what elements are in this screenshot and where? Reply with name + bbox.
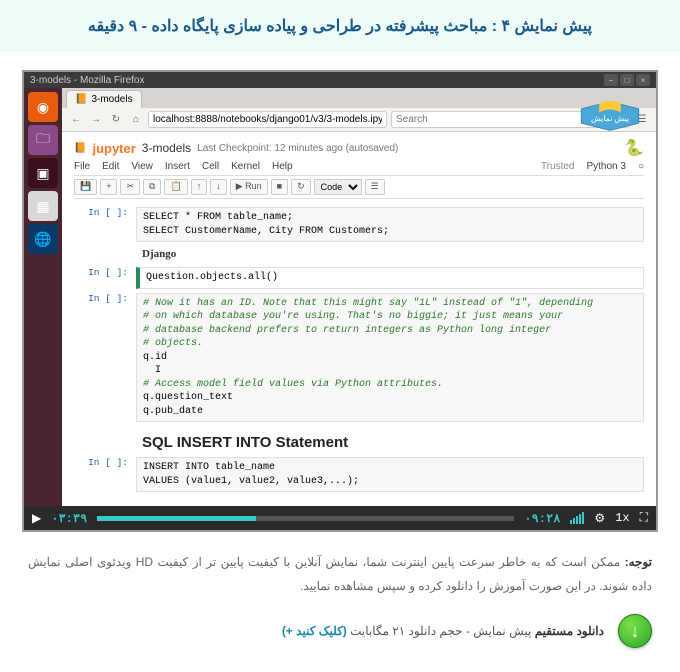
trusted-label: Trusted xyxy=(541,161,575,172)
svg-text:پیش نمایش: پیش نمایش xyxy=(591,114,629,123)
note-text: توجه: ممکن است که به خاطر سرعت پایین این… xyxy=(0,532,680,604)
cell-body[interactable]: Question.objects.all() xyxy=(136,267,644,289)
notebook-header: 📙 jupyter 3-models Last Checkpoint: 12 m… xyxy=(74,138,644,158)
menu-help[interactable]: Help xyxy=(272,161,293,172)
cut-button[interactable]: ✂ xyxy=(120,179,140,195)
cells-area: In [ ]: SELECT * FROM table_name; SELECT… xyxy=(74,199,644,500)
notebook-toolbar: 💾 + ✂ ⧉ 📋 ↑ ↓ ▶ Run ■ ↻ Code ☰ xyxy=(74,176,644,199)
celltype-select[interactable]: Code xyxy=(314,179,362,195)
address-input[interactable] xyxy=(148,111,387,128)
add-cell-button[interactable]: + xyxy=(100,179,117,195)
reload-icon[interactable]: ↻ xyxy=(108,112,124,128)
move-up-button[interactable]: ↑ xyxy=(191,179,208,195)
progress-fill xyxy=(97,516,255,521)
window-title: 3-models - Mozilla Firefox xyxy=(30,75,144,86)
terminal-icon[interactable]: ▣ xyxy=(28,158,58,188)
code-cell[interactable]: In [ ]: # Now it has an ID. Note that th… xyxy=(74,293,644,423)
files-icon[interactable]: 🗀 xyxy=(28,125,58,155)
code-cell[interactable]: In [ ]: Question.objects.all() xyxy=(74,267,644,289)
command-palette-button[interactable]: ☰ xyxy=(365,179,385,195)
cell-prompt: In [ ]: xyxy=(74,267,136,289)
volume-icon[interactable] xyxy=(570,512,584,524)
menu-edit[interactable]: Edit xyxy=(102,161,119,172)
close-icon[interactable]: × xyxy=(636,74,650,86)
django-heading: Django xyxy=(142,248,176,260)
video-container: 3-models - Mozilla Firefox − □ × ◉ 🗀 ▣ ▦… xyxy=(22,70,658,532)
browser-tab[interactable]: 📙 3-models xyxy=(66,90,142,108)
menu-view[interactable]: View xyxy=(131,161,153,172)
preview-header: پیش نمایش ۴ : مباحث پیشرفته در طراحی و پ… xyxy=(0,0,680,52)
settings-icon[interactable]: ⚙ xyxy=(594,511,605,526)
browser-tabs: 📙 3-models xyxy=(62,88,656,108)
python-logo-icon: 🐍 xyxy=(624,138,644,158)
download-link[interactable]: (کلیک کنید +) xyxy=(282,624,347,638)
download-text: دانلود مستقیم پیش نمایش - حجم دانلود ۲۱ … xyxy=(282,624,604,638)
url-bar: ← → ↻ ⌂ ☰ xyxy=(62,108,656,132)
note-bold: توجه: xyxy=(625,555,652,569)
fullscreen-icon[interactable]: ⛶ xyxy=(640,511,648,525)
markdown-cell: SQL INSERT INTO Statement xyxy=(74,426,644,453)
maximize-icon[interactable]: □ xyxy=(620,74,634,86)
download-bold: دانلود مستقیم xyxy=(535,624,604,638)
preview-title: پیش نمایش ۴ : مباحث پیشرفته در طراحی و پ… xyxy=(16,16,664,36)
cell-prompt: In [ ]: xyxy=(74,207,136,242)
code-cell[interactable]: In [ ]: SELECT * FROM table_name; SELECT… xyxy=(74,207,644,242)
firefox-window: 📙 3-models ← → ↻ ⌂ ☰ پیش نمایش 📙 jupyter… xyxy=(62,88,656,506)
cell-body[interactable]: # Now it has an ID. Note that this might… xyxy=(136,293,644,423)
paste-button[interactable]: 📋 xyxy=(164,179,187,195)
jupyter-favicon-icon: 📙 xyxy=(75,94,87,105)
jupyter-logo-icon: 📙 xyxy=(74,143,86,154)
save-button[interactable]: 💾 xyxy=(74,179,97,195)
markdown-cell: Django xyxy=(74,246,644,263)
menu-insert[interactable]: Insert xyxy=(165,161,190,172)
back-icon[interactable]: ← xyxy=(68,112,84,128)
menu-file[interactable]: File xyxy=(74,161,90,172)
ubuntu-icon[interactable]: ◉ xyxy=(28,92,58,122)
home-icon[interactable]: ⌂ xyxy=(128,112,144,128)
progress-bar[interactable] xyxy=(97,516,514,521)
firefox-icon[interactable]: 🌐 xyxy=(28,224,58,254)
cell-body[interactable]: SELECT * FROM table_name; SELECT Custome… xyxy=(136,207,644,242)
duration-time: ۰۹:۲۸ xyxy=(524,511,560,526)
notebook: 📙 jupyter 3-models Last Checkpoint: 12 m… xyxy=(62,132,656,506)
notebook-name[interactable]: 3-models xyxy=(142,141,191,155)
current-time: ۰۳:۳۹ xyxy=(51,511,87,526)
calendar-icon[interactable]: ▦ xyxy=(28,191,58,221)
jupyter-logo-text: jupyter xyxy=(92,141,135,156)
restart-button[interactable]: ↻ xyxy=(291,179,311,195)
cell-prompt: In [ ]: xyxy=(74,293,136,423)
play-icon[interactable]: ▶ xyxy=(32,511,41,526)
code-cell[interactable]: In [ ]: INSERT INTO table_name VALUES (v… xyxy=(74,457,644,492)
download-row: ↓ دانلود مستقیم پیش نمایش - حجم دانلود ۲… xyxy=(0,604,680,672)
download-mid: پیش نمایش - حجم دانلود ۲۱ مگابایت xyxy=(347,624,535,638)
checkpoint-text: Last Checkpoint: 12 minutes ago (autosav… xyxy=(197,143,398,154)
tab-label: 3-models xyxy=(91,94,132,105)
window-titlebar: 3-models - Mozilla Firefox − □ × xyxy=(24,72,656,88)
stop-button[interactable]: ■ xyxy=(271,179,288,195)
run-button[interactable]: ▶ Run xyxy=(230,179,268,195)
preview-badge: پیش نمایش xyxy=(574,98,646,134)
cell-body[interactable]: INSERT INTO table_name VALUES (value1, v… xyxy=(136,457,644,492)
move-down-button[interactable]: ↓ xyxy=(210,179,227,195)
unity-launcher: ◉ 🗀 ▣ ▦ 🌐 xyxy=(24,88,62,506)
minimize-icon[interactable]: − xyxy=(604,74,618,86)
download-arrow-icon: ↓ xyxy=(631,621,640,642)
forward-icon[interactable]: → xyxy=(88,112,104,128)
notebook-menu: File Edit View Insert Cell Kernel Help T… xyxy=(74,158,644,176)
kernel-idle-icon: ○ xyxy=(638,161,644,172)
menu-cell[interactable]: Cell xyxy=(202,161,219,172)
speed-label[interactable]: 1x xyxy=(615,511,629,525)
copy-button[interactable]: ⧉ xyxy=(143,179,161,195)
cell-prompt: In [ ]: xyxy=(74,457,136,492)
sql-insert-heading: SQL INSERT INTO Statement xyxy=(142,434,638,451)
download-button[interactable]: ↓ xyxy=(618,614,652,648)
kernel-label[interactable]: Python 3 xyxy=(586,161,625,172)
note-body: ممکن است که به خاطر سرعت پایین اینترنت ش… xyxy=(28,555,652,593)
menu-kernel[interactable]: Kernel xyxy=(231,161,260,172)
video-controls: ▶ ۰۳:۳۹ ۰۹:۲۸ ⚙ 1x ⛶ xyxy=(24,506,656,530)
